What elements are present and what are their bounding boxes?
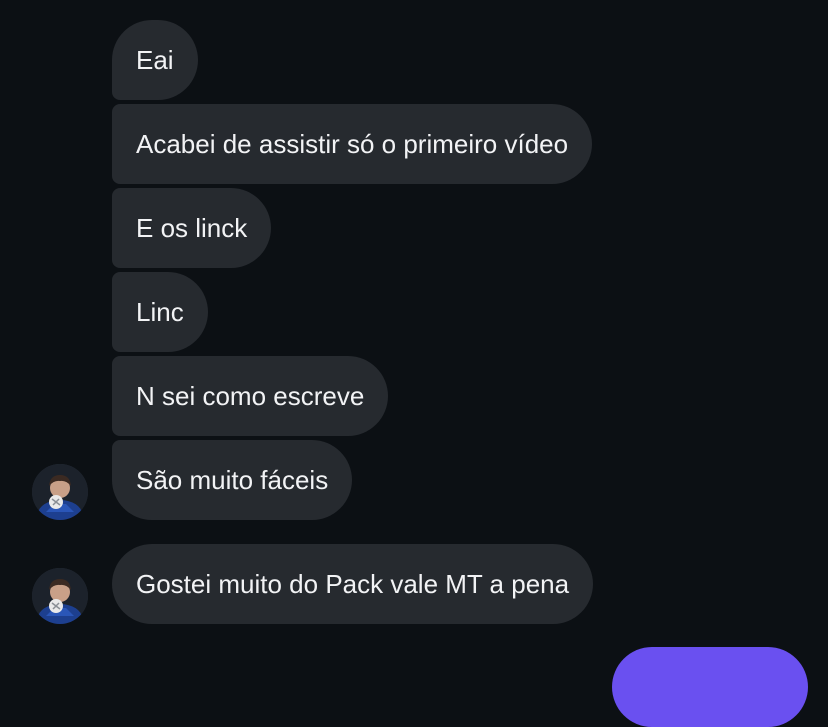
message-text: Linc (136, 297, 184, 327)
message-bubble[interactable]: São muito fáceis (112, 440, 353, 520)
message-bubble[interactable]: N sei como escreve (112, 356, 389, 436)
profile-photo-icon[interactable] (32, 568, 88, 624)
profile-photo-icon[interactable] (32, 464, 88, 520)
message-bubble[interactable]: E os linck (112, 188, 272, 268)
message-text: E os linck (136, 213, 248, 243)
message-text: Acabei de assistir só o primeiro vídeo (136, 129, 569, 159)
message-text: N sei como escreve (136, 381, 365, 411)
message-text: Eai (136, 45, 174, 75)
message-text: São muito fáceis (136, 465, 329, 495)
message-bubble[interactable]: Linc (112, 272, 208, 352)
message-text: Gostei muito do Pack vale MT a pena (136, 569, 570, 599)
message-bubble[interactable]: Gostei muito do Pack vale MT a pena (112, 544, 594, 624)
sent-message-bubble[interactable] (612, 647, 808, 727)
message-bubble[interactable]: Eai (112, 20, 198, 100)
message-bubble[interactable]: Acabei de assistir só o primeiro vídeo (112, 104, 593, 184)
